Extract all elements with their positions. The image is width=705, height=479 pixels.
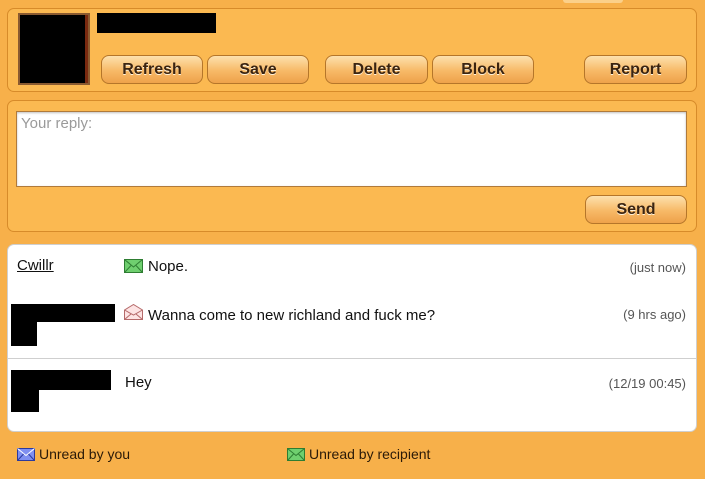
message-time: (just now) [629,260,686,275]
top-tab [563,0,623,3]
legend-label: Unread by recipient [309,446,431,462]
conversation-header: Refresh Save Delete Block Report [7,8,697,92]
message-text: Nope. [148,258,189,275]
send-button[interactable]: Send [585,195,687,224]
message-time: (9 hrs ago) [623,307,686,322]
message-list: Cwillr Nope. (just now) Wanna come to ne… [7,244,697,432]
message-row: Hey (12/19 00:45) [8,359,696,431]
message-text: Hey [125,374,152,391]
reply-panel: Send [7,100,697,232]
legend-unread-by-you: Unread by you [17,446,130,462]
avatar[interactable] [18,13,90,85]
redacted-sender [11,304,115,322]
legend-label: Unread by you [39,446,131,462]
reply-input[interactable] [16,111,687,187]
message-row: Cwillr Nope. (just now) [8,245,696,293]
redacted-sender-part [11,322,37,346]
redacted-sender-part [11,390,39,412]
envelope-green-icon [287,448,305,464]
envelope-open-icon [124,303,143,325]
message-time: (12/19 00:45) [608,376,686,391]
report-button[interactable]: Report [584,55,687,84]
message-row: Wanna come to new richland and fuck me? … [8,293,696,359]
redacted-sender [11,370,111,390]
refresh-button[interactable]: Refresh [101,55,203,84]
save-button[interactable]: Save [207,55,309,84]
delete-button[interactable]: Delete [325,55,428,84]
sender-link[interactable]: Cwillr [17,257,54,274]
block-button[interactable]: Block [432,55,534,84]
redacted-username [97,13,216,33]
message-text: Wanna come to new richland and fuck me? [148,307,436,324]
legend-unread-by-recipient: Unread by recipient [287,446,430,462]
envelope-blue-icon [17,448,35,464]
envelope-green-icon [124,259,143,278]
